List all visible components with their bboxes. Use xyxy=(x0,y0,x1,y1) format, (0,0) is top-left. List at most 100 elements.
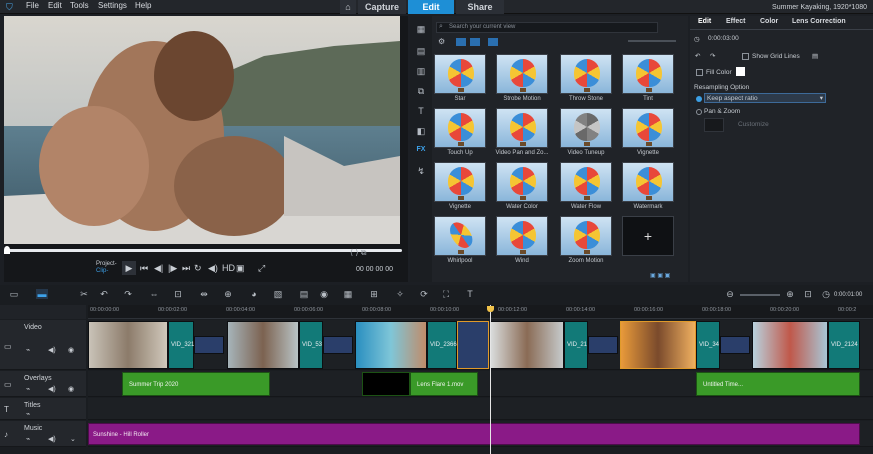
transition-4[interactable] xyxy=(588,336,618,354)
effect-thumb[interactable] xyxy=(434,54,486,94)
motion-icon[interactable]: ⊕ xyxy=(222,289,234,299)
scrub-handle[interactable] xyxy=(4,246,10,254)
crop-icon[interactable]: ⊡ xyxy=(172,289,184,299)
effect-thumb[interactable] xyxy=(622,162,674,202)
volume-icon[interactable]: ◀) xyxy=(208,263,218,274)
music-clip[interactable]: Sunshine - Hill Roller xyxy=(88,423,860,445)
effect-thumb[interactable] xyxy=(622,54,674,94)
effect-thumb[interactable] xyxy=(496,216,548,256)
video-clip-thumb-5[interactable] xyxy=(620,321,696,369)
trim-icon[interactable]: ⇹ xyxy=(198,289,210,299)
split-icon[interactable]: ⇔ xyxy=(148,289,160,299)
filter-fx-icon[interactable]: FX xyxy=(415,146,427,156)
track-overlays[interactable]: Overlays ▭ ⌁ ◀) ◉ xyxy=(0,371,86,397)
effect-thumb[interactable] xyxy=(622,108,674,148)
home-icon[interactable]: ⏮ xyxy=(140,263,148,274)
video-clip-5[interactable]: VID_34 xyxy=(696,321,720,369)
home-button[interactable]: ⌂ xyxy=(340,0,356,14)
music-track-mute-icon[interactable]: ◀) xyxy=(48,435,56,443)
preview-scrubber[interactable] xyxy=(6,249,402,252)
end-icon[interactable]: ⏭ xyxy=(182,263,190,274)
thumb-size-slider[interactable] xyxy=(628,40,676,42)
repeat-icon[interactable]: ↻ xyxy=(194,263,202,274)
template-icon[interactable]: ▥ xyxy=(415,66,427,76)
player-timecode[interactable]: 00 00 00 00 xyxy=(356,266,393,273)
video-clip-thumb-1[interactable] xyxy=(88,321,168,369)
add-icon[interactable]: ⚙ xyxy=(438,37,445,46)
tracking-icon[interactable]: ⟳ xyxy=(418,289,430,299)
tab-options-edit[interactable]: Edit xyxy=(698,18,711,25)
overlay-clip-2[interactable]: Lens Flare 1.mov xyxy=(410,372,478,396)
rotate-right-icon[interactable]: ↷ xyxy=(710,52,715,60)
play-icon[interactable]: ▶ xyxy=(122,261,136,275)
cut-icon[interactable]: ✂ xyxy=(78,289,90,299)
media-icon[interactable]: ▦ xyxy=(415,24,427,34)
track-video[interactable]: Video ▭ ⌁ ◀) ◉ xyxy=(0,320,86,370)
zoom-out-icon[interactable]: ⊖ xyxy=(724,289,736,299)
zoom-in-icon[interactable]: ⊕ xyxy=(784,289,796,299)
video-clip-thumb-2[interactable] xyxy=(227,321,299,369)
effects-tool-icon[interactable]: ✧ xyxy=(394,289,406,299)
transition-tool-icon[interactable]: ▤ xyxy=(298,289,310,299)
track-music[interactable]: Music ♪ ⌁ ◀) ⌄ xyxy=(0,421,86,447)
fill-color-swatch[interactable] xyxy=(736,67,745,76)
video-clip-4[interactable]: VID_21 xyxy=(564,321,588,369)
display-size-icon[interactable]: ▣ xyxy=(236,263,245,274)
tab-edit[interactable]: Edit xyxy=(408,0,454,14)
add-custom-effect-tile[interactable]: + xyxy=(622,216,674,256)
trim-markers[interactable]: ⟨ ⟩ ⧉ xyxy=(350,248,366,258)
effect-thumb[interactable] xyxy=(434,216,486,256)
fill-color-checkbox[interactable] xyxy=(696,69,703,76)
transition-5[interactable] xyxy=(720,336,750,354)
tab-capture[interactable]: Capture xyxy=(358,0,406,14)
timeline-zoom-time[interactable]: 0:00:01:00 xyxy=(834,292,862,298)
graphics-icon[interactable]: ◧ xyxy=(415,126,427,136)
multi-cam-icon[interactable]: ⊞ xyxy=(368,289,380,299)
undo-icon[interactable]: ↶ xyxy=(98,289,110,299)
color-icon[interactable]: ◕ xyxy=(248,289,260,299)
instant-project-icon[interactable]: ▤ xyxy=(415,46,427,56)
search-input[interactable]: Search your current view xyxy=(436,22,658,33)
transition-icon[interactable]: ⧉ xyxy=(415,86,427,96)
music-track-expand-icon[interactable]: ⌄ xyxy=(70,435,76,443)
view-list-icon[interactable] xyxy=(456,38,466,46)
view-grid-icon[interactable] xyxy=(470,38,480,46)
transition-2[interactable] xyxy=(323,336,353,354)
playhead[interactable] xyxy=(490,305,491,454)
overlay-clip-3[interactable]: Untitled Time... xyxy=(696,372,860,396)
previous-frame-icon[interactable]: ◀| xyxy=(154,263,163,274)
overlay-track-visible-icon[interactable]: ◉ xyxy=(68,385,74,393)
video-clip-thumb-6[interactable] xyxy=(752,321,828,369)
overlay-track-mute-icon[interactable]: ◀) xyxy=(48,385,56,393)
redo-icon[interactable]: ↷ xyxy=(122,289,134,299)
grid-checkbox[interactable] xyxy=(742,53,749,60)
next-frame-icon[interactable]: |▶ xyxy=(168,263,177,274)
fit-project-icon[interactable]: ⊡ xyxy=(802,289,814,299)
path-icon[interactable]: ↯ xyxy=(415,166,427,176)
duration-field[interactable]: 0:00:03:00 xyxy=(708,35,739,42)
tab-options-color[interactable]: Color xyxy=(760,18,778,25)
rotate-left-icon[interactable]: ↶ xyxy=(695,52,700,60)
view-detail-icon[interactable] xyxy=(488,38,498,46)
tab-options-effect[interactable]: Effect xyxy=(726,18,745,25)
effect-thumb[interactable] xyxy=(560,162,612,202)
text-icon[interactable]: T xyxy=(464,289,476,299)
audio-icon[interactable]: ▦ xyxy=(342,289,354,299)
effect-thumb[interactable] xyxy=(496,54,548,94)
menu-tools[interactable]: Tools xyxy=(70,1,89,10)
effect-thumb[interactable] xyxy=(434,162,486,202)
zoom-slider[interactable] xyxy=(740,294,780,296)
video-clip-2[interactable]: VID_53 xyxy=(299,321,323,369)
timeline-ruler[interactable]: 00:00:00:00 00:00:02:00 00:00:04:00 00:00:0… xyxy=(88,305,873,319)
video-track-visible-icon[interactable]: ◉ xyxy=(68,346,74,354)
storyboard-view-icon[interactable]: ▭ xyxy=(8,289,20,299)
video-track-mute-icon[interactable]: ◀) xyxy=(48,346,56,354)
video-clip-1[interactable]: VID_321 xyxy=(168,321,194,369)
timeline-view-icon[interactable]: ▬ xyxy=(36,289,48,299)
mask-icon[interactable]: ◉ xyxy=(318,289,330,299)
video-clip-6[interactable]: VID_2124 xyxy=(828,321,860,369)
menu-file[interactable]: File xyxy=(26,1,39,10)
title-track-lock-icon[interactable]: ⌁ xyxy=(26,410,30,418)
menu-help[interactable]: Help xyxy=(135,1,151,10)
fit-icon[interactable]: ⛶ xyxy=(440,289,452,299)
